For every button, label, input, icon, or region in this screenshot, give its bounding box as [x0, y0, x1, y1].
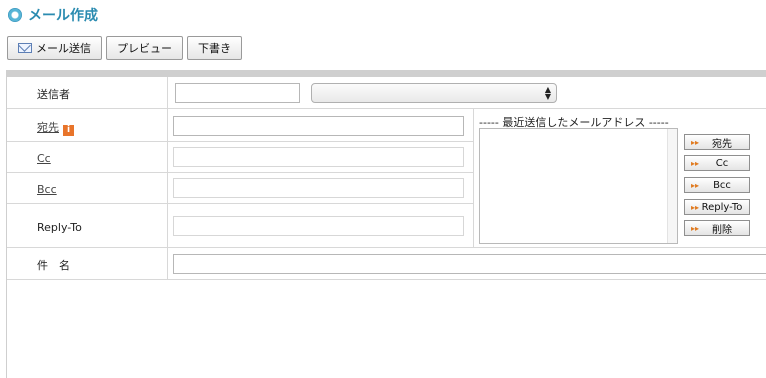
- add-reply-to-label: Reply-To: [701, 201, 743, 213]
- orange-arrow-icon: ▸▸: [690, 158, 700, 168]
- add-cc-button[interactable]: ▸▸ Cc: [684, 155, 750, 171]
- bcc-label[interactable]: Bcc: [37, 183, 57, 196]
- row-divider: [7, 203, 473, 204]
- draft-button[interactable]: 下書き: [187, 36, 242, 60]
- orange-arrow-icon: ▸▸: [690, 180, 700, 190]
- row-divider: [7, 247, 766, 248]
- select-arrows-icon: ▲ ▼: [544, 85, 551, 101]
- recent-addresses-list[interactable]: [479, 128, 678, 244]
- add-cc-label: Cc: [715, 157, 729, 169]
- page-title-text: メール作成: [28, 8, 98, 24]
- to-input[interactable]: [173, 116, 464, 136]
- row-divider: [7, 108, 766, 109]
- sender-select[interactable]: ▲ ▼: [311, 83, 557, 103]
- add-to-button[interactable]: ▸▸ 宛先: [684, 134, 750, 150]
- cc-input[interactable]: [173, 147, 464, 167]
- add-bcc-label: Bcc: [713, 179, 731, 191]
- toolbar: メール送信 プレビュー 下書き: [7, 36, 242, 60]
- mail-icon: [18, 43, 32, 53]
- preview-button[interactable]: プレビュー: [106, 36, 183, 60]
- cc-label[interactable]: Cc: [37, 152, 51, 165]
- orange-arrow-icon: ▸▸: [690, 202, 700, 212]
- info-icon[interactable]: i: [63, 125, 74, 136]
- orange-arrow-icon: ▸▸: [690, 137, 700, 147]
- to-label[interactable]: 宛先 i: [37, 119, 74, 136]
- to-label-text: 宛先: [37, 121, 59, 134]
- reply-to-input[interactable]: [173, 216, 464, 236]
- delete-address-label: 削除: [712, 224, 732, 236]
- recent-list-scrollbar[interactable]: [667, 129, 677, 243]
- page-title: メール作成: [8, 5, 98, 25]
- circle-bullet-icon: [8, 8, 22, 22]
- sender-name-input[interactable]: [175, 83, 300, 103]
- subject-label: 件 名: [37, 259, 70, 272]
- row-divider: [7, 279, 766, 280]
- delete-address-button[interactable]: ▸▸ 削除: [684, 220, 750, 236]
- sender-label: 送信者: [37, 88, 70, 101]
- add-to-label: 宛先: [712, 138, 732, 150]
- bcc-input[interactable]: [173, 178, 464, 198]
- orange-arrow-icon: ▸▸: [690, 223, 700, 233]
- column-divider: [473, 108, 474, 247]
- reply-to-label: Reply-To: [37, 221, 82, 234]
- send-mail-button[interactable]: メール送信: [7, 36, 102, 60]
- send-mail-label: メール送信: [36, 42, 91, 55]
- add-bcc-button[interactable]: ▸▸ Bcc: [684, 177, 750, 193]
- row-divider: [7, 141, 473, 142]
- column-divider: [167, 77, 168, 279]
- row-divider: [7, 172, 473, 173]
- mail-form: 送信者 ▲ ▼ 宛先 i Cc Bcc Reply-To ----- 最近送信したメ…: [6, 70, 766, 378]
- add-reply-to-button[interactable]: ▸▸ Reply-To: [684, 199, 750, 215]
- subject-input[interactable]: [173, 254, 766, 274]
